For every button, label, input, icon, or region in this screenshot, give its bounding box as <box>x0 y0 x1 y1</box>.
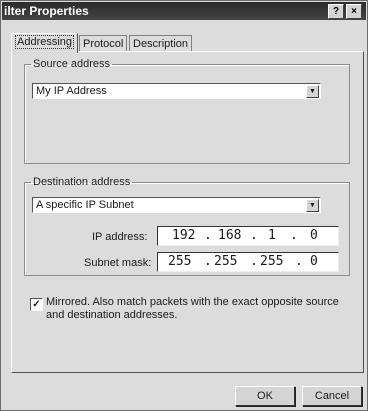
ip-octet-1[interactable]: 192 <box>172 227 195 245</box>
ok-button-label: OK <box>257 390 273 402</box>
source-address-value: My IP Address <box>36 85 107 97</box>
window-title: ilter Properties <box>4 4 89 18</box>
title-bar: ilter Properties ? × <box>2 2 366 20</box>
tab-protocol-label: Protocol <box>83 38 124 50</box>
addressing-panel: Source address My IP Address ▼ Destinati… <box>11 51 364 373</box>
destination-address-legend: Destination address <box>33 176 131 188</box>
help-icon: ? <box>332 6 340 17</box>
ip-address-label: IP address: <box>92 231 148 243</box>
source-address-group: Source address <box>24 58 350 164</box>
ip-octet-2[interactable]: 168 <box>218 227 241 245</box>
tab-addressing-label: Addressing <box>15 35 75 49</box>
mask-dot: . <box>295 254 303 269</box>
chevron-down-icon[interactable]: ▼ <box>306 199 319 212</box>
source-address-legend: Source address <box>33 58 111 70</box>
ip-octet-4[interactable]: 0 <box>310 227 318 245</box>
destination-address-value: A specific IP Subnet <box>36 199 134 211</box>
tab-protocol[interactable]: Protocol <box>79 35 128 52</box>
cancel-button-label: Cancel <box>314 390 350 402</box>
close-icon: × <box>351 6 357 17</box>
source-address-select[interactable]: My IP Address ▼ <box>32 83 321 99</box>
destination-address-select[interactable]: A specific IP Subnet ▼ <box>32 197 321 213</box>
mask-octet-2[interactable]: 255 <box>214 253 237 271</box>
ip-address-field[interactable]: 192 . 168 . 1 . 0 <box>157 226 339 246</box>
ok-button[interactable]: OK <box>235 386 295 406</box>
mask-dot: . <box>250 254 258 269</box>
mask-octet-1[interactable]: 255 <box>168 253 191 271</box>
mask-dot: . <box>204 254 212 269</box>
filter-properties-dialog: ilter Properties ? × Addressing Protocol… <box>0 0 368 411</box>
mirrored-checkbox[interactable]: ✓ <box>30 298 43 311</box>
subnet-mask-field[interactable]: 255 . 255 . 255 . 0 <box>157 252 339 272</box>
close-button[interactable]: × <box>346 4 362 19</box>
tab-addressing[interactable]: Addressing <box>11 33 79 53</box>
help-button[interactable]: ? <box>328 4 344 19</box>
tab-description[interactable]: Description <box>129 35 193 52</box>
subnet-mask-label: Subnet mask: <box>84 257 152 269</box>
ip-octet-3[interactable]: 1 <box>268 227 276 245</box>
tab-description-label: Description <box>133 38 189 50</box>
ip-dot: . <box>250 228 258 243</box>
cancel-button[interactable]: Cancel <box>302 386 362 406</box>
mask-octet-4[interactable]: 0 <box>310 253 318 271</box>
ip-dot: . <box>290 228 298 243</box>
mask-octet-3[interactable]: 255 <box>260 253 283 271</box>
mirrored-description: Mirrored. Also match packets with the ex… <box>46 296 339 321</box>
ip-dot: . <box>204 228 212 243</box>
chevron-down-icon[interactable]: ▼ <box>306 85 319 98</box>
